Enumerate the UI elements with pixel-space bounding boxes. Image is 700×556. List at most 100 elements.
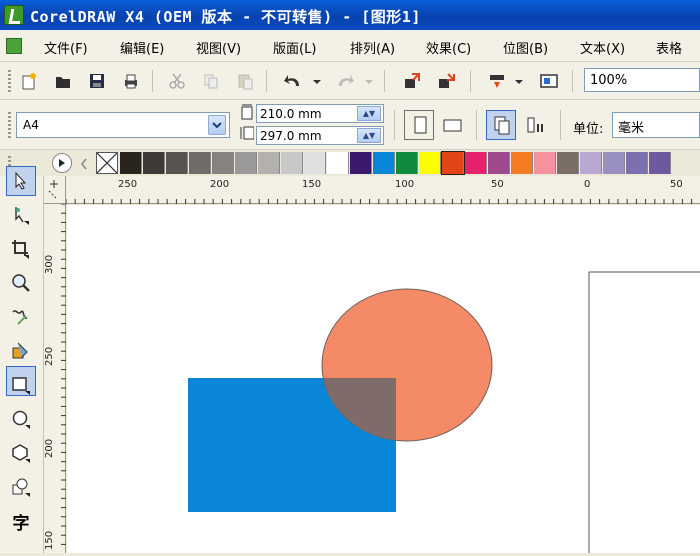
vertical-ruler[interactable]: 300 250 200 150 xyxy=(44,203,66,553)
ruler-label: 0 xyxy=(584,179,591,190)
redo-dropdown-icon[interactable] xyxy=(362,70,376,92)
zoom-level-field[interactable]: 100% xyxy=(584,68,700,92)
new-icon[interactable] xyxy=(18,70,40,92)
undo-icon[interactable] xyxy=(282,70,304,92)
menu-file[interactable]: 文件(F) xyxy=(44,38,88,57)
property-bar-grip[interactable] xyxy=(8,112,11,140)
pick-tool[interactable] xyxy=(6,166,36,196)
freehand-tool-icon xyxy=(12,310,28,325)
palette-swatch[interactable] xyxy=(557,152,579,174)
paste-icon[interactable] xyxy=(234,70,256,92)
palette-swatch[interactable] xyxy=(603,152,625,174)
ruler-origin[interactable] xyxy=(44,176,66,204)
export-icon[interactable] xyxy=(436,70,458,92)
page-size-dropdown-button[interactable] xyxy=(208,115,226,135)
horizontal-ruler[interactable]: 250 200 150 100 50 0 50 xyxy=(65,176,700,204)
palette-swatch[interactable] xyxy=(350,152,372,174)
text-tool[interactable]: 字 xyxy=(6,506,36,536)
menu-view[interactable]: 视图(V) xyxy=(196,38,241,57)
portrait-button[interactable] xyxy=(404,110,434,140)
units-select[interactable]: 毫米 xyxy=(612,112,700,138)
palette-swatch[interactable] xyxy=(373,152,395,174)
smart-fill-tool[interactable] xyxy=(6,336,36,366)
document-icon[interactable] xyxy=(6,38,22,54)
palette-swatch[interactable] xyxy=(143,152,165,174)
page-height-icon xyxy=(240,125,255,144)
text-tool-icon: 字 xyxy=(12,513,30,534)
palette-scroll-left-button[interactable] xyxy=(76,154,92,174)
copy-icon[interactable] xyxy=(200,70,222,92)
page-width-icon xyxy=(240,104,254,123)
ruler-origin-icon xyxy=(48,180,58,199)
basic-shapes-tool[interactable] xyxy=(6,472,36,502)
toolbar-separator xyxy=(394,110,395,140)
palette-swatch[interactable] xyxy=(120,152,142,174)
palette-swatch[interactable] xyxy=(534,152,556,174)
save-icon[interactable] xyxy=(86,70,108,92)
toolbar-separator xyxy=(266,70,267,92)
height-spinner[interactable]: ▲▼ xyxy=(357,128,381,143)
palette-swatch[interactable] xyxy=(419,152,441,174)
menu-text[interactable]: 文本(X) xyxy=(580,38,625,57)
palette-swatch[interactable] xyxy=(488,152,510,174)
menu-table[interactable]: 表格 xyxy=(656,38,682,57)
horizontal-ruler-ticks xyxy=(65,199,693,204)
palette-swatch[interactable] xyxy=(626,152,648,174)
ruler-label: 100 xyxy=(395,179,415,190)
welcome-screen-icon[interactable] xyxy=(538,70,560,92)
menu-effects[interactable]: 效果(C) xyxy=(426,38,471,57)
import-icon[interactable] xyxy=(402,70,424,92)
palette-swatch[interactable] xyxy=(511,152,533,174)
palette-swatch[interactable] xyxy=(396,152,418,174)
rectangle-tool-icon xyxy=(12,377,30,395)
menu-bar: 文件(F) 编辑(E) 视图(V) 版面(L) 排列(A) 效果(C) 位图(B… xyxy=(0,30,700,62)
palette-swatch[interactable] xyxy=(212,152,234,174)
basic-shapes-tool-icon xyxy=(12,478,30,497)
app-launcher-dropdown-icon[interactable] xyxy=(512,70,526,92)
current-page-button[interactable] xyxy=(522,110,552,140)
pick-tool-icon xyxy=(15,171,27,190)
shape-tool[interactable] xyxy=(6,200,36,230)
palette-swatch[interactable] xyxy=(281,152,303,174)
landscape-button[interactable] xyxy=(438,110,468,140)
redo-icon[interactable] xyxy=(334,70,356,92)
polygon-tool[interactable] xyxy=(6,438,36,468)
app-launcher-icon[interactable] xyxy=(486,70,508,92)
portrait-icon xyxy=(414,116,427,134)
menu-arrange[interactable]: 排列(A) xyxy=(350,38,395,57)
menu-bitmaps[interactable]: 位图(B) xyxy=(503,38,548,57)
palette-swatch[interactable] xyxy=(304,152,326,174)
ruler-label: 200 xyxy=(210,179,230,190)
zoom-tool[interactable] xyxy=(6,268,36,298)
palette-swatch[interactable] xyxy=(258,152,280,174)
toolbar-grip[interactable] xyxy=(8,70,11,92)
rectangle-tool[interactable] xyxy=(6,370,36,400)
toolbar-separator xyxy=(470,70,471,92)
palette-flyout-button[interactable] xyxy=(52,153,72,173)
ellipse-tool[interactable] xyxy=(6,404,36,434)
crop-tool[interactable] xyxy=(6,234,36,264)
undo-dropdown-icon[interactable] xyxy=(310,70,324,92)
drawing-canvas[interactable] xyxy=(67,205,700,553)
chevron-down-icon xyxy=(212,122,222,129)
palette-swatch[interactable] xyxy=(166,152,188,174)
width-spinner[interactable]: ▲▼ xyxy=(357,106,381,121)
palette-swatch[interactable] xyxy=(235,152,257,174)
no-fill-swatch[interactable] xyxy=(96,152,118,174)
cut-icon[interactable] xyxy=(166,70,188,92)
coreldraw-app-icon[interactable] xyxy=(4,5,24,25)
page-size-select[interactable]: A4 xyxy=(16,112,230,138)
menu-layout[interactable]: 版面(L) xyxy=(273,38,316,57)
palette-swatch[interactable] xyxy=(580,152,602,174)
palette-swatch[interactable] xyxy=(441,151,465,175)
palette-swatch[interactable] xyxy=(327,152,349,174)
all-pages-button[interactable] xyxy=(486,110,516,140)
menu-edit[interactable]: 编辑(E) xyxy=(120,38,164,57)
open-icon[interactable] xyxy=(52,70,74,92)
palette-swatch[interactable] xyxy=(465,152,487,174)
print-icon[interactable] xyxy=(120,70,142,92)
freehand-tool[interactable] xyxy=(6,302,36,332)
palette-swatch[interactable] xyxy=(189,152,211,174)
palette-swatch[interactable] xyxy=(649,152,671,174)
ruler-label: 150 xyxy=(44,530,55,550)
